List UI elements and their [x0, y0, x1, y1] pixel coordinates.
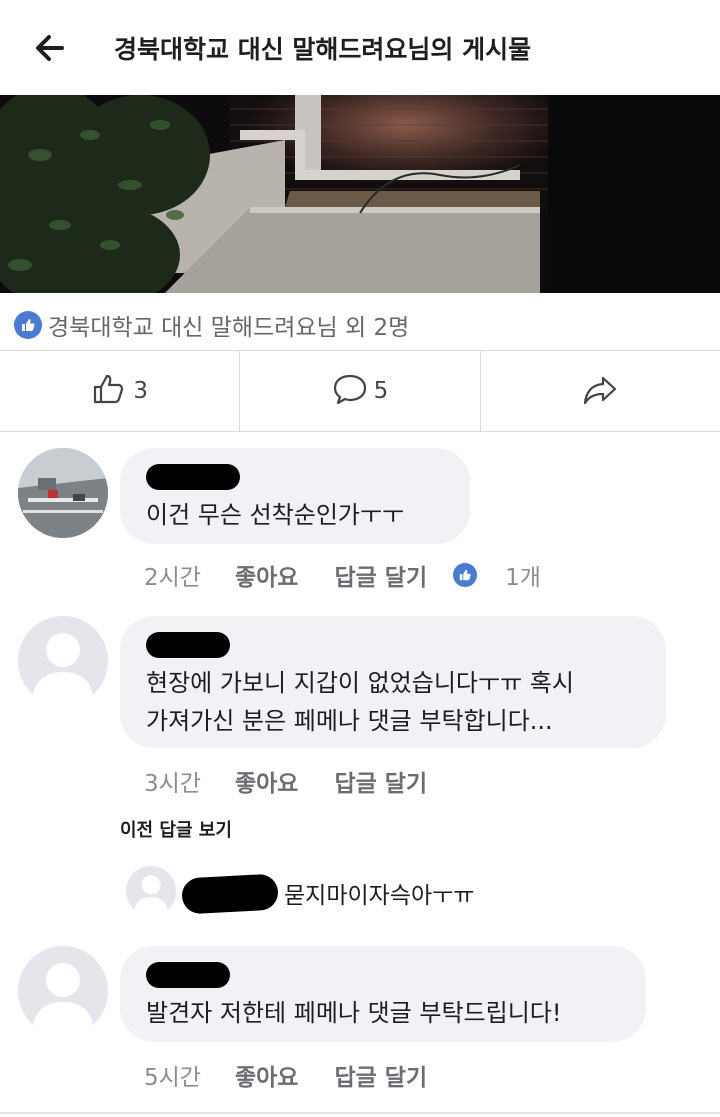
redacted-author-name: [181, 873, 279, 915]
comment-count: 5: [373, 378, 389, 404]
avatar[interactable]: [18, 946, 108, 1036]
avatar[interactable]: [18, 448, 108, 538]
comment-like-count: 1개: [505, 565, 541, 591]
reaction-summary-text: 경북대학교 대신 말해드려요님 외 2명: [48, 315, 410, 341]
comment-time: 3시간: [144, 771, 201, 797]
comment-like-button[interactable]: 좋아요: [235, 1058, 298, 1092]
comment-like-button[interactable]: 좋아요: [235, 558, 298, 592]
redacted-author-name: [146, 632, 230, 658]
comment-time: 2시간: [144, 565, 201, 591]
redacted-author-name: [146, 464, 240, 490]
divider: [0, 1112, 720, 1114]
comment-button[interactable]: 5: [239, 351, 479, 431]
comment-text: 이건 무슨 선착순인가ㅜㅜ: [146, 501, 405, 529]
action-bar: 3 5: [0, 350, 720, 432]
like-badge-icon: [453, 563, 478, 587]
reply-text: 묻지마이자슥아ㅜㅠ: [284, 883, 475, 909]
comment-reply-button[interactable]: 답글 달기: [334, 764, 427, 798]
comment-text-line-1: 현장에 가보니 지갑이 없었습니다ㅜㅠ 혹시: [146, 669, 574, 697]
comment-time: 5시간: [144, 1065, 201, 1091]
reply-item: 묻지마이자슥아ㅜㅠ: [0, 862, 720, 922]
redacted-author-name: [146, 962, 230, 988]
comment-reply-button[interactable]: 답글 달기: [334, 558, 427, 592]
avatar[interactable]: [18, 616, 108, 706]
comment-like-button[interactable]: 좋아요: [235, 764, 298, 798]
reaction-summary[interactable]: 경북대학교 대신 말해드려요님 외 2명: [14, 308, 409, 342]
avatar[interactable]: [126, 866, 176, 916]
post-photo[interactable]: [0, 95, 720, 293]
comment-1: 이건 무슨 선착순인가ㅜㅜ 2시간 좋아요 답글 달기 1개: [0, 448, 720, 598]
comment-meta: 2시간 좋아요 답글 달기 1개: [144, 558, 541, 592]
share-button[interactable]: [479, 351, 720, 431]
comment-3: 발견자 저한테 페메나 댓글 부탁드립니다! 5시간 좋아요 답글 달기: [0, 946, 720, 1096]
comment-bubble: 발견자 저한테 페메나 댓글 부탁드립니다!: [120, 946, 646, 1042]
comment-text: 발견자 저한테 페메나 댓글 부탁드립니다!: [146, 999, 562, 1027]
comment-reply-button[interactable]: 답글 달기: [334, 1058, 427, 1092]
comment-bubble: 이건 무슨 선착순인가ㅜㅜ: [120, 448, 470, 544]
page-title: 경북대학교 대신 말해드려요님의 게시물: [114, 35, 532, 64]
like-button[interactable]: 3: [0, 351, 239, 431]
comment-2: 현장에 가보니 지갑이 없었습니다ㅜㅠ 혹시 가져가신 분은 페메나 댓글 부탁…: [0, 616, 720, 806]
speech-bubble-icon: [332, 371, 368, 411]
thumbs-up-icon: [91, 371, 127, 411]
view-previous-replies-link[interactable]: 이전 답글 보기: [120, 816, 232, 842]
arrow-left-icon[interactable]: [30, 28, 70, 68]
top-bar: 경북대학교 대신 말해드려요님의 게시물: [0, 0, 720, 95]
comment-meta: 3시간 좋아요 답글 달기: [144, 764, 463, 798]
comment-meta: 5시간 좋아요 답글 달기: [144, 1058, 463, 1092]
like-badge-icon: [14, 311, 42, 339]
comment-text-line-2: 가져가신 분은 페메나 댓글 부탁합니다...: [146, 707, 553, 735]
like-count: 3: [133, 378, 148, 404]
share-arrow-icon: [582, 371, 618, 411]
comment-bubble: 현장에 가보니 지갑이 없었습니다ㅜㅠ 혹시 가져가신 분은 페메나 댓글 부탁…: [120, 616, 666, 748]
